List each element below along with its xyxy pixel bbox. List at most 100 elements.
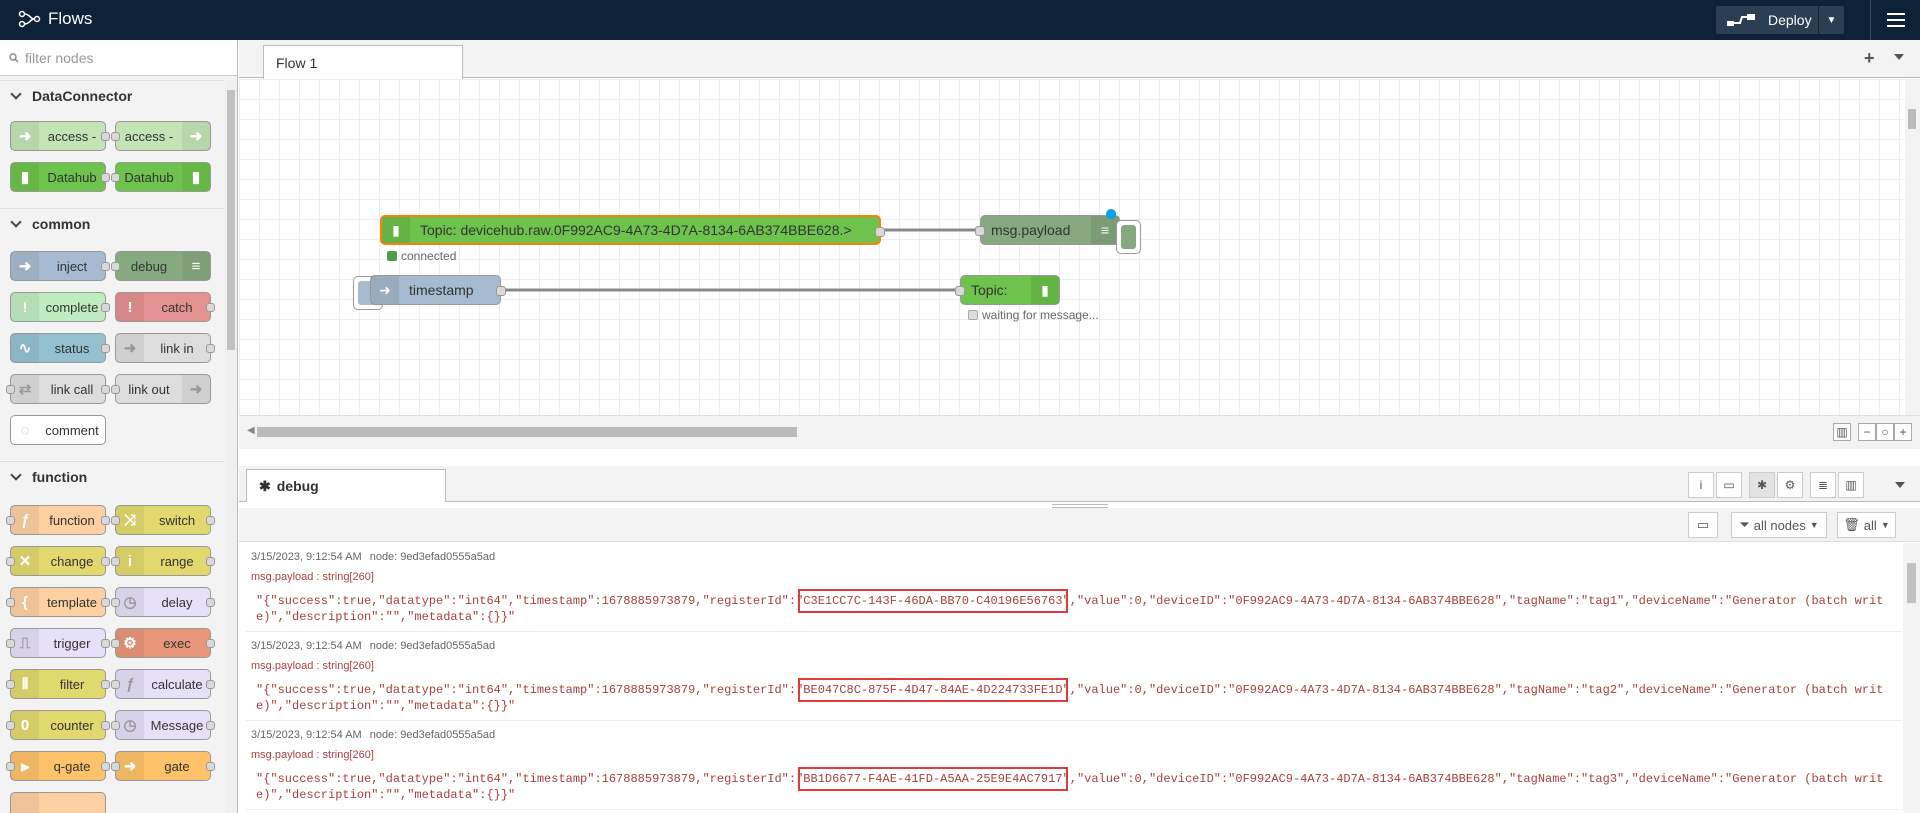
context-database-icon[interactable]: ≣ [1810,472,1836,498]
palette-node-link-call[interactable]: ⇄ link call [6,374,110,404]
arrow-in-icon: ➜ [11,252,39,280]
palette-node-function[interactable]: ƒ function [6,505,110,535]
horizontal-scroll-thumb[interactable] [257,427,797,437]
palette-node-debug[interactable]: debug ≡ [111,251,211,281]
info-icon[interactable]: i [1688,472,1714,498]
flow-node-debug[interactable]: msg.payload ≡ [975,215,1120,245]
node-label: link in [160,340,194,356]
node-palette: filter nodes DataConnector ➜ access - acc… [0,40,238,813]
tab-debug[interactable]: ✱ debug [246,469,446,502]
zoom-in-icon[interactable]: + [1894,423,1912,441]
zoom-out-icon[interactable]: − [1858,423,1876,441]
pulse-icon: ∿ [11,334,39,362]
palette-node-partial[interactable] [10,792,106,813]
message-time: 3/15/2023, 9:12:54 AM [251,640,362,652]
node-label: inject [56,258,88,274]
palette-node-datahub-in[interactable]: ▮ Datahub [10,162,110,192]
palette-node-link-out[interactable]: link out ➜ [111,374,211,404]
palette-node-range[interactable]: i range [111,546,215,576]
output-port[interactable] [875,227,885,237]
debug-message[interactable]: 3/15/2023, 9:12:54 AM node: 9ed3efad0555a… [246,632,1902,721]
sidebar-menu-caret-icon[interactable] [1895,482,1905,488]
deploy-caret-icon[interactable]: ▼ [1818,6,1844,34]
message-node[interactable]: node: 9ed3efad0555a5ad [370,551,495,563]
palette-node-template[interactable]: {template [6,587,110,617]
message-payload[interactable]: "{"success":true,"datatype":"int64","tim… [256,678,1896,714]
tab-flow-1[interactable]: Flow 1 [263,45,463,79]
navigator-icon[interactable]: ▥ [1833,423,1851,441]
palette-node-trigger[interactable]: ⎍ trigger [6,628,110,658]
scroll-left-icon[interactable]: ◀ [247,425,255,436]
palette-node-message[interactable]: ◷ Message [111,710,215,740]
main-menu-button[interactable] [1870,0,1920,40]
palette-node-catch[interactable]: ! catch [115,292,215,322]
palette-scrollbar[interactable] [225,80,237,813]
config-gear-icon[interactable]: ⚙ [1777,472,1803,498]
output-port[interactable] [496,286,506,296]
debug-message[interactable]: 3/15/2023, 9:12:54 AM node: 9ed3efad0555a… [246,543,1902,632]
scroll-thumb[interactable] [1908,109,1916,129]
status-label: waiting for message... [982,308,1099,322]
input-port[interactable] [975,226,985,236]
debug-message[interactable]: 3/15/2023, 9:12:54 AM node: 9ed3efad0555a… [246,721,1902,810]
node-label: gate [164,758,190,774]
palette-node-comment[interactable]: ◌ comment [10,415,106,445]
palette-node-access-in[interactable]: ➜ access - [10,121,110,151]
palette-node-link-in[interactable]: ➜ link in [115,333,215,363]
deploy-button[interactable]: Deploy ▼ [1716,6,1844,34]
filter-nodes-input[interactable]: filter nodes [0,40,237,76]
debug-toggle-button[interactable] [1116,220,1141,254]
message-payload[interactable]: "{"success":true,"datatype":"int64","tim… [256,589,1896,625]
palette-node-complete[interactable]: ! complete [10,292,110,322]
palette-node-access-out[interactable]: access - ➜ [111,121,211,151]
scroll-thumb[interactable] [1907,563,1916,603]
palette-node-inject[interactable]: ➜ inject [10,251,110,281]
node-label: delay [161,594,193,610]
dashboard-chart-icon[interactable]: ▥ [1838,472,1864,498]
zoom-reset-icon[interactable]: ○ [1876,423,1894,441]
palette-node-datahub-out[interactable]: Datahub ▮ [111,162,211,192]
exclamation-icon: ! [116,293,144,321]
search-icon [9,52,19,62]
palette-node-exec[interactable]: ⚙ exec [111,628,215,658]
flow-node-topic-in[interactable]: ▮ Topic: devicehub.raw.0F992AC9-4A73-4D7… [380,215,885,245]
filter-nodes-button[interactable]: ⏷ all nodes ▼ [1731,512,1827,538]
palette-node-switch[interactable]: ⤨ switch [111,505,215,535]
wires [501,228,979,292]
category-function[interactable]: function [0,461,224,491]
help-book-icon[interactable]: ▭ [1716,472,1742,498]
message-type: msg.payload : string[260] [251,571,374,583]
category-dataconnector[interactable]: DataConnector [0,80,224,110]
scroll-thumb[interactable] [227,90,235,350]
message-node[interactable]: node: 9ed3efad0555a5ad [370,640,495,652]
clear-messages-button[interactable]: 🗑 all ▼ [1837,512,1896,538]
palette-node-filter[interactable]: ⫴ filter [6,669,110,699]
changed-indicator-icon [1106,209,1116,219]
palette-node-calculate[interactable]: ƒ calculate [111,669,215,699]
palette-node-status[interactable]: ∿ status [10,333,110,363]
palette-node-counter[interactable]: 0 counter [6,710,110,740]
input-port[interactable] [955,286,965,296]
gate-icon: ➜ [116,752,144,780]
monitor-icon[interactable]: ▭ [1688,512,1718,538]
message-payload[interactable]: "{"success":true,"datatype":"int64","tim… [256,767,1896,803]
palette-node-gate[interactable]: ➜ gate [111,751,215,781]
canvas-vertical-scrollbar[interactable] [1905,79,1920,415]
add-flow-icon[interactable]: + [1864,48,1875,69]
flow-node-topic-out[interactable]: Topic: ▮ [955,275,1060,305]
palette-node-delay[interactable]: ◷ delay [111,587,215,617]
node-label: filter [59,676,85,692]
debug-scrollbar[interactable] [1903,543,1920,813]
debug-bug-icon[interactable]: ✱ [1749,472,1775,498]
flow-list-caret-icon[interactable] [1894,54,1904,60]
canvas-footer: ◀ ▥ − ○ + [239,415,1920,449]
message-node[interactable]: node: 9ed3efad0555a5ad [370,729,495,741]
comment-icon: ◌ [20,421,30,439]
palette-node-q-gate[interactable]: ⫸ q-gate [6,751,110,781]
payload-text: "{"success":true,"datatype":"int64","tim… [256,594,804,608]
status-dot-icon [968,310,978,320]
category-common[interactable]: common [0,208,224,238]
flow-canvas[interactable]: ▮ Topic: devicehub.raw.0F992AC9-4A73-4D7… [239,79,1905,415]
palette-node-change[interactable]: ✕ change [6,546,110,576]
flow-node-timestamp[interactable]: ➜ timestamp [370,275,506,305]
